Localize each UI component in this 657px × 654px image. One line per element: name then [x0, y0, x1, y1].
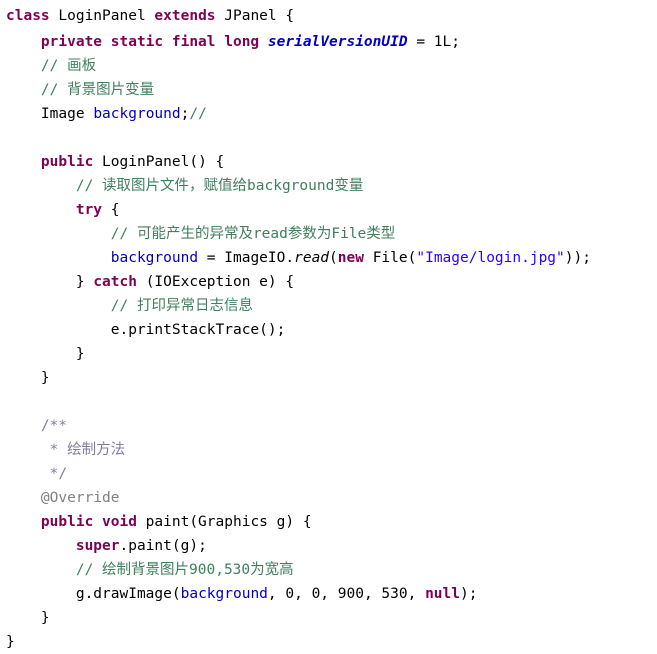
code-token-kw: new [337, 250, 364, 266]
code-token-plain: e.printStackTrace(); [6, 322, 286, 338]
code-token-kw: extends [154, 8, 216, 24]
code-line[interactable]: } catch (IOException e) { [0, 270, 657, 294]
code-token-plain: ( [329, 250, 338, 266]
code-token-plain: ); [459, 586, 478, 602]
code-line[interactable]: } [0, 366, 657, 390]
code-line[interactable]: public LoginPanel() { [0, 150, 657, 174]
code-line[interactable]: // 背景图片变量 [0, 78, 657, 102]
code-line[interactable]: super.paint(g); [0, 534, 657, 558]
code-line[interactable]: } [0, 342, 657, 366]
code-token-kw: try [75, 202, 103, 218]
code-line[interactable]: public void paint(Graphics g) { [0, 510, 657, 534]
code-token-annot: @Override [40, 490, 120, 506]
code-line[interactable]: // 绘制背景图片900,530为宽高 [0, 558, 657, 582]
code-token-plain: LoginPanel [49, 8, 155, 24]
code-line[interactable]: @Override [0, 486, 657, 510]
code-line[interactable]: */ [0, 462, 657, 486]
code-line[interactable]: // 可能产生的异常及read参数为File类型 [0, 222, 657, 246]
code-line[interactable]: try { [0, 198, 657, 222]
code-token-javadoc: * 绘制方法 [49, 442, 126, 458]
code-line[interactable]: * 绘制方法 [0, 438, 657, 462]
code-line[interactable]: // 打印异常日志信息 [0, 294, 657, 318]
code-token-plain: } [6, 274, 94, 290]
code-token-comment: // 可能产生的异常及read参数为File类型 [110, 226, 396, 242]
code-token-var: background [110, 250, 199, 266]
code-token-plain: Image [6, 106, 94, 122]
code-lines-container: class LoginPanel extends JPanel { privat… [0, 0, 657, 654]
code-line[interactable]: // 画板 [0, 54, 657, 78]
code-token-plain: { [102, 202, 120, 218]
code-token-kw: catch [93, 274, 137, 290]
code-token-kw: class [6, 8, 50, 24]
code-token-kw: private static final long [40, 34, 260, 50]
code-token-comment: // 打印异常日志信息 [110, 298, 253, 314]
code-line[interactable]: } [0, 606, 657, 630]
code-editor-view[interactable]: class LoginPanel extends JPanel { privat… [0, 0, 657, 650]
code-token-plain: g.drawImage( [6, 586, 181, 602]
code-token-plain: } [6, 610, 50, 626]
code-token-var: background [180, 586, 268, 602]
code-token-plain: LoginPanel() { [93, 154, 225, 170]
code-token-javadoc: */ [49, 466, 68, 482]
code-token-comment: // 读取图片文件，赋值给background变量 [75, 178, 364, 194]
code-line[interactable] [0, 126, 657, 150]
code-line[interactable] [0, 390, 657, 414]
code-token-comment: // 背景图片变量 [40, 82, 155, 98]
code-token-comment: // 绘制背景图片900,530为宽高 [75, 562, 294, 578]
code-line[interactable]: // 读取图片文件，赋值给background变量 [0, 174, 657, 198]
code-token-plain: , 0, 0, 900, 530, [267, 586, 426, 602]
code-token-field: serialVersionUID [267, 34, 408, 50]
code-token-plain: paint(Graphics g) { [136, 514, 312, 530]
code-token-comment: // [189, 106, 207, 122]
code-token-plain: = 1L; [407, 34, 460, 50]
code-token-plain: } [6, 370, 50, 386]
code-line[interactable]: class LoginPanel extends JPanel { [0, 0, 657, 30]
code-line[interactable]: } [0, 630, 657, 654]
code-token-plain: (IOException e) { [136, 274, 295, 290]
code-line[interactable]: private static final long serialVersionU… [0, 30, 657, 54]
code-line[interactable]: g.drawImage(background, 0, 0, 900, 530, … [0, 582, 657, 606]
code-token-kw: super [75, 538, 120, 554]
code-token-kw: null [425, 586, 460, 602]
code-token-kw: public void [40, 514, 137, 530]
code-token-plain: File( [363, 250, 417, 266]
code-line[interactable]: Image background;// [0, 102, 657, 126]
code-token-plain: } [6, 634, 15, 650]
code-token-javadoc: /** [40, 418, 68, 434]
code-line[interactable]: e.printStackTrace(); [0, 318, 657, 342]
code-token-str: "Image/login.jpg" [416, 250, 565, 266]
code-line[interactable]: /** [0, 414, 657, 438]
code-token-kw: public [40, 154, 94, 170]
code-token-plain: .paint(g); [119, 538, 207, 554]
code-token-plain: = ImageIO. [198, 250, 295, 266]
code-token-method: read [294, 250, 330, 266]
code-token-plain: } [6, 346, 85, 362]
code-token-plain: )); [564, 250, 591, 266]
code-token-var: background [93, 106, 181, 122]
code-token-plain: JPanel { [215, 8, 295, 24]
code-token-comment: // 画板 [40, 58, 97, 74]
code-line[interactable]: background = ImageIO.read(new File("Imag… [0, 246, 657, 270]
